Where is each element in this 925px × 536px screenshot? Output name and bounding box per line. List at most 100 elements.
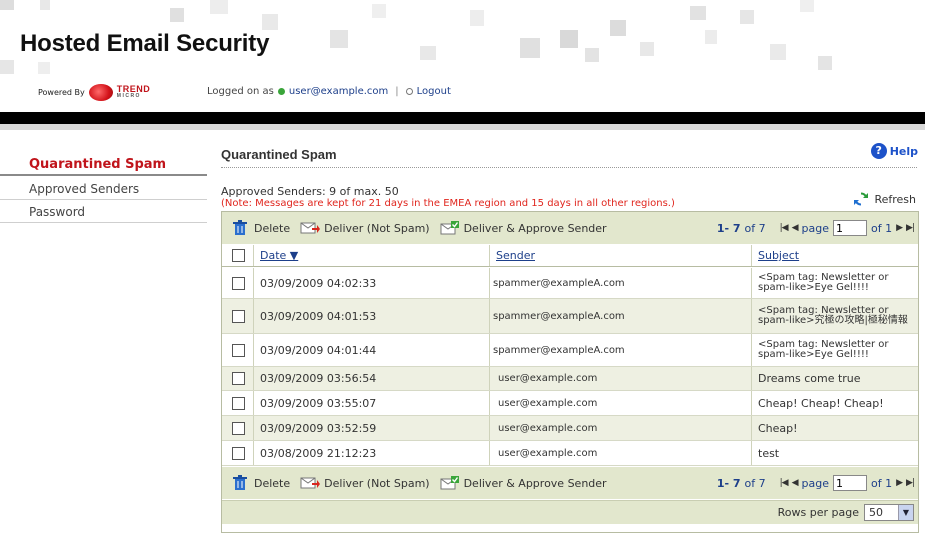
delete-button-bottom[interactable]: Delete [230, 475, 290, 491]
row-checkbox[interactable] [232, 372, 245, 385]
select-all-cell [232, 245, 252, 266]
table-row[interactable]: 03/09/2009 04:01:44 spammer@exampleA.com… [222, 334, 918, 367]
first-page-icon[interactable]: |◀ [780, 478, 789, 488]
page-number-input[interactable] [833, 220, 867, 236]
row-checkbox[interactable] [232, 446, 245, 460]
row-checkbox[interactable] [232, 276, 245, 290]
row-checkbox[interactable] [232, 421, 245, 435]
sender-sort-link[interactable]: Sender [496, 249, 535, 262]
table-row[interactable]: 03/09/2009 03:52:59 user@example.com Che… [222, 416, 918, 441]
help-button[interactable]: ? Help [870, 143, 918, 159]
subject-sort-link[interactable]: Subject [758, 249, 799, 262]
row-sender: spammer@exampleA.com [489, 334, 751, 366]
row-subject[interactable]: <Spam tag: Newsletter or spam-like>Eye G… [751, 268, 918, 298]
row-checkbox[interactable] [232, 309, 245, 323]
row-subject[interactable]: <Spam tag: Newsletter or spam-like>究極の攻略… [751, 299, 918, 333]
page-label: page [801, 476, 829, 490]
trash-icon [233, 220, 247, 235]
table-row[interactable]: 03/09/2009 03:56:54 user@example.com Dre… [222, 367, 918, 391]
sender-header: Sender [489, 245, 751, 266]
logout-icon[interactable] [405, 88, 413, 95]
approve-envelope-icon [440, 221, 459, 235]
result-range: 1- 7 [716, 476, 741, 490]
last-page-icon[interactable]: ▶| [906, 478, 915, 488]
delete-button[interactable]: Delete [230, 220, 290, 236]
refresh-button[interactable]: Refresh [852, 190, 916, 208]
deliver-envelope-icon [300, 477, 321, 489]
title-divider [221, 167, 917, 168]
bottom-toolbar: Delete Deliver (Not Spam) Deliver & Appr… [222, 467, 918, 499]
chevron-down-icon: ▼ [898, 505, 913, 520]
row-date: 03/09/2009 04:02:33 [253, 268, 489, 298]
table-row[interactable]: 03/09/2009 03:55:07 user@example.com Che… [222, 391, 918, 416]
trash-icon [233, 475, 247, 490]
table-row[interactable]: 03/09/2009 04:02:33 spammer@exampleA.com… [222, 268, 918, 299]
approve-envelope-icon [440, 476, 459, 490]
row-sender: user@example.com [489, 367, 751, 390]
rows-per-page-bar: Rows per page 50 ▼ [222, 500, 918, 524]
powered-by-label: Powered By [38, 88, 85, 97]
row-date: 03/08/2009 21:12:23 [253, 441, 489, 465]
help-icon: ? [870, 143, 887, 159]
first-page-icon[interactable]: |◀ [780, 223, 789, 233]
rows-per-page-select[interactable]: 50 ▼ [864, 504, 914, 521]
app-header: Hosted Email Security Powered By TREND M… [0, 0, 925, 112]
row-date: 03/09/2009 04:01:53 [253, 299, 489, 333]
row-sender: spammer@exampleA.com [489, 268, 751, 298]
select-all-checkbox[interactable] [232, 249, 245, 262]
sidebar-item-approved-senders[interactable]: Approved Senders [0, 178, 207, 200]
table-row[interactable]: 03/08/2009 21:12:23 user@example.com tes… [222, 441, 918, 466]
retention-note: (Note: Messages are kept for 21 days in … [221, 198, 675, 209]
delete-label: Delete [254, 221, 291, 235]
result-range: 1- 7 [716, 221, 741, 235]
brand-wordmark: TREND MICRO [116, 83, 151, 99]
deliver-approve-label: Deliver & Approve Sender [463, 476, 607, 490]
deliver-approve-button[interactable]: Deliver & Approve Sender [440, 220, 607, 236]
approved-senders-count: Approved Senders: 9 of max. 50 [221, 185, 399, 198]
row-subject[interactable]: Dreams come true [751, 367, 918, 390]
sidebar-item-quarantined-spam[interactable]: Quarantined Spam [0, 154, 207, 176]
pager-bottom: 1- 7 of 7 |◀ ◀ page of 1 ▶ ▶| [716, 467, 915, 499]
row-sender: user@example.com [489, 416, 751, 440]
refresh-icon [854, 192, 869, 206]
refresh-label: Refresh [874, 192, 916, 206]
app-title: Hosted Email Security [20, 30, 270, 57]
row-date: 03/09/2009 04:01:44 [253, 334, 489, 366]
trend-micro-logo-icon [88, 84, 113, 101]
table-header: Date ▼ Sender Subject [222, 245, 918, 267]
sidebar-item-password[interactable]: Password [0, 201, 207, 223]
sidebar: Quarantined Spam Approved Senders Passwo… [0, 130, 207, 536]
row-subject[interactable]: Cheap! Cheap! Cheap! [751, 391, 918, 415]
row-sender: spammer@exampleA.com [489, 299, 751, 333]
deliver-approve-button-bottom[interactable]: Deliver & Approve Sender [440, 475, 607, 491]
prev-page-icon[interactable]: ◀ [792, 223, 799, 233]
next-page-icon[interactable]: ▶ [896, 223, 903, 233]
deliver-not-spam-button-bottom[interactable]: Deliver (Not Spam) [300, 475, 430, 491]
main-content: Quarantined Spam ? Help Approved Senders… [213, 130, 922, 536]
row-subject[interactable]: Cheap! [751, 416, 918, 440]
table-row[interactable]: 03/09/2009 04:01:53 spammer@exampleA.com… [222, 299, 918, 334]
page-label: page [801, 221, 829, 235]
next-page-icon[interactable]: ▶ [896, 478, 903, 488]
subject-header: Subject [751, 245, 918, 266]
deliver-envelope-icon [300, 222, 321, 234]
rows-per-page-label: Rows per page [777, 506, 859, 519]
date-sort-link[interactable]: Date ▼ [260, 249, 298, 262]
page-number-input[interactable] [833, 475, 867, 491]
page-count: of 1 [871, 221, 893, 235]
last-page-icon[interactable]: ▶| [906, 223, 915, 233]
logout-link[interactable]: Logout [417, 86, 451, 97]
row-checkbox[interactable] [232, 396, 245, 410]
deliver-not-spam-button[interactable]: Deliver (Not Spam) [300, 220, 430, 236]
result-total: of 7 [744, 476, 766, 490]
online-status-icon [277, 88, 285, 95]
header-separator: | [395, 86, 399, 97]
row-sender: user@example.com [489, 441, 751, 465]
row-checkbox[interactable] [232, 343, 245, 357]
row-subject[interactable]: <Spam tag: Newsletter or spam-like>Eye G… [751, 334, 918, 366]
prev-page-icon[interactable]: ◀ [792, 478, 799, 488]
page-count: of 1 [871, 476, 893, 490]
row-date: 03/09/2009 03:52:59 [253, 416, 489, 440]
row-subject[interactable]: test [751, 441, 918, 465]
current-user: user@example.com [288, 86, 389, 97]
